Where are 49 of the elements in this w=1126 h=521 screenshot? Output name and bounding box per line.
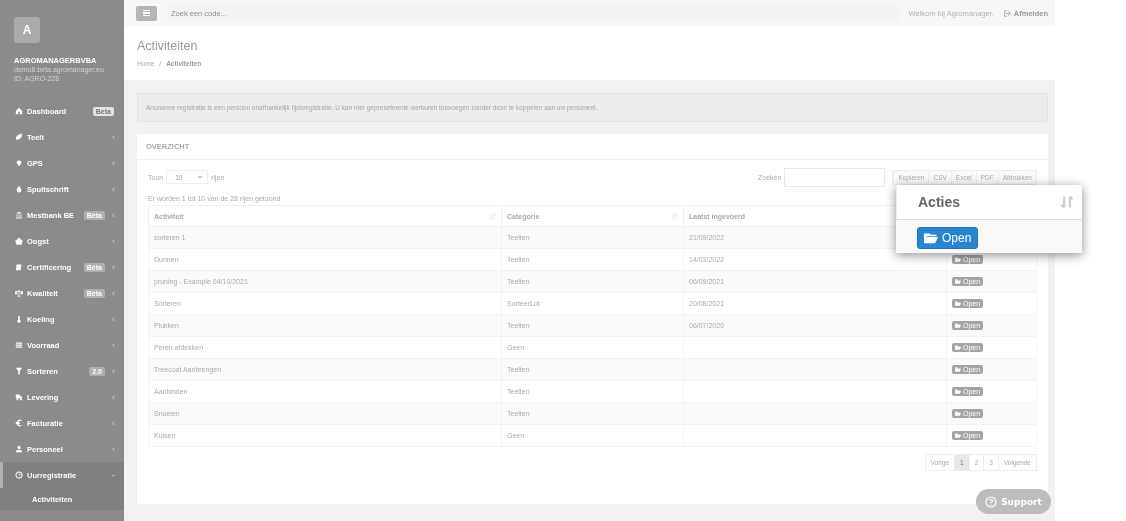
- chevron-icon: [197, 175, 204, 179]
- folder-icon: [955, 345, 961, 350]
- chevron-icon: [111, 160, 116, 166]
- folder-icon: [924, 232, 938, 244]
- folder-icon: [955, 411, 961, 416]
- clock-icon: [15, 471, 23, 479]
- chevron-icon: [111, 394, 116, 400]
- page-title: Activiteiten: [137, 39, 199, 53]
- home-icon: [15, 107, 23, 115]
- currency-icon: [15, 419, 23, 427]
- chevron-icon: [111, 342, 116, 348]
- sort-icon: [1060, 195, 1074, 209]
- scale-icon: [15, 289, 23, 297]
- folder-icon: [955, 433, 961, 438]
- logout-icon: [1003, 9, 1011, 17]
- chevron-icon: [111, 368, 116, 374]
- folder-icon: [955, 389, 961, 394]
- folder-icon: [955, 257, 961, 262]
- leaf-icon: [15, 133, 23, 141]
- drop-icon: [15, 185, 23, 193]
- basket-icon: [15, 237, 23, 245]
- chevron-icon: [111, 134, 116, 140]
- open-button[interactable]: Open: [917, 227, 979, 249]
- folder-icon: [955, 323, 961, 328]
- truck-icon: [15, 393, 23, 401]
- chevron-icon: [111, 186, 116, 192]
- chevron-icon: [111, 290, 116, 296]
- thermometer-icon: [15, 315, 23, 323]
- chevron-icon: [111, 472, 116, 478]
- help-icon: [985, 495, 998, 508]
- chevron-icon: [111, 264, 116, 270]
- bank-icon: [15, 211, 23, 219]
- folder-icon: [955, 279, 961, 284]
- chevron-icon: [111, 316, 116, 322]
- chevron-icon: [111, 238, 116, 244]
- support-button[interactable]: Support: [976, 489, 1051, 514]
- menu-button[interactable]: [136, 5, 157, 21]
- chevron-icon: [111, 420, 116, 426]
- list-icon: [15, 341, 23, 349]
- person-icon: [15, 445, 23, 453]
- chevron-icon: [111, 212, 116, 218]
- column-header: Acties: [918, 194, 962, 210]
- filter-icon: [15, 367, 23, 375]
- book-icon: [15, 263, 23, 271]
- folder-icon: [955, 367, 961, 372]
- chevron-icon: [111, 446, 116, 452]
- avatar: A: [14, 17, 40, 43]
- pin-icon: [15, 159, 23, 167]
- folder-icon: [955, 301, 961, 306]
